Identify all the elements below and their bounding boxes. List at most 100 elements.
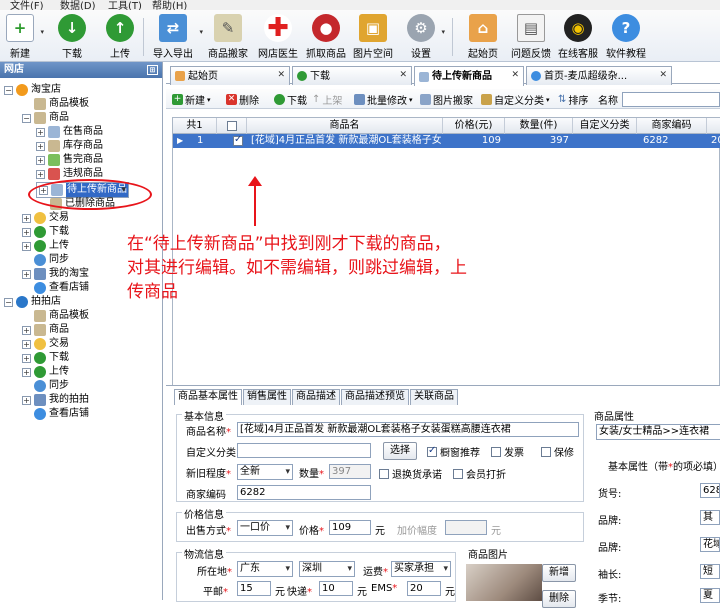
remove-image-button[interactable]: 删除 (542, 590, 576, 608)
image-move-button[interactable]: 图片搬家 (420, 92, 473, 107)
goods-name-input[interactable]: [花域]4月正品首发 新款最潮OL套装格子女装蛋糕高腰连衣裙 (237, 422, 579, 437)
tree-item-upload[interactable]: + 上传 (22, 239, 69, 253)
attribute-value[interactable]: 花域 (700, 537, 720, 552)
expand-icon[interactable]: + (22, 213, 31, 223)
move-goods-button[interactable]: ✎ 商品搬家 (200, 12, 256, 60)
menu-tools[interactable]: 工具(T) (108, 0, 142, 10)
province-select[interactable]: 广东 (237, 561, 293, 577)
extra-cell[interactable]: 20 (711, 134, 720, 148)
attribute-value[interactable]: 夏 (700, 588, 720, 603)
tree-item-template[interactable]: 商品模板 (34, 309, 89, 323)
import-export-button[interactable]: ⇄ 导入导出 ▾ (145, 12, 203, 60)
fee-select[interactable]: 买家承担 (391, 561, 451, 577)
window-recommend-checkbox[interactable]: 橱窗推荐 (427, 444, 480, 459)
close-icon[interactable]: ✕ (659, 67, 667, 84)
tree-item-template[interactable]: 商品模板 (34, 97, 89, 111)
tree-item-sold-out[interactable]: + 售完商品 (36, 153, 103, 167)
city-select[interactable]: 深圳 (299, 561, 355, 577)
tab-description-preview[interactable]: 商品描述预览 (341, 389, 409, 405)
express-fee-input[interactable]: 10 (319, 581, 353, 596)
tree-item-on-sale[interactable]: + 在售商品 (36, 125, 103, 139)
sort-button[interactable]: ⇅ 排序 (558, 92, 588, 107)
row-checkbox[interactable] (233, 134, 243, 146)
chevron-down-icon[interactable]: ▾ (207, 96, 211, 104)
expand-icon[interactable]: + (36, 169, 45, 179)
category-cell[interactable] (573, 134, 633, 148)
tab-start-page[interactable]: 起始页 ✕ (170, 66, 290, 85)
pin-icon[interactable]: ⊞ (147, 65, 158, 75)
goods-image-thumbnail[interactable] (466, 564, 542, 601)
tree-item-my-paipai[interactable]: + 我的拍拍 (22, 393, 89, 407)
tree-item-view-shop[interactable]: 查看店铺 (34, 281, 89, 295)
expand-icon[interactable]: + (36, 155, 45, 165)
category-path-select[interactable]: 女装/女士精品>>连衣裙 (596, 424, 720, 440)
sale-method-select[interactable]: 一口价 (237, 520, 293, 536)
menu-help[interactable]: 帮助(H) (152, 0, 187, 10)
expand-icon[interactable]: + (22, 241, 31, 251)
attribute-value[interactable]: 短 (700, 564, 720, 579)
close-icon[interactable]: ✕ (399, 67, 407, 84)
collapse-icon[interactable]: − (22, 113, 31, 123)
tree-item-trade[interactable]: + 交易 (22, 211, 69, 225)
attribute-value[interactable]: 其 (700, 510, 720, 525)
collapse-icon[interactable]: − (4, 297, 13, 307)
new-button[interactable]: + 新建 ▾ (0, 12, 48, 60)
tree-taobao-shop[interactable]: − 淘宝店 (4, 83, 61, 97)
delete-button[interactable]: ✕ 删除 (226, 92, 259, 107)
category-input[interactable] (237, 443, 371, 458)
chevron-down-icon[interactable]: ▾ (546, 96, 550, 104)
expand-icon[interactable]: + (22, 227, 31, 237)
tree-item-trade[interactable]: + 交易 (22, 337, 69, 351)
tree-paipai-shop[interactable]: − 拍拍店 (4, 295, 61, 309)
code-cell[interactable]: 6282 (643, 134, 703, 148)
chevron-down-icon[interactable]: ▾ (409, 96, 413, 104)
batch-edit-button[interactable]: 批量修改 ▾ (354, 92, 413, 107)
condition-select[interactable]: 全新 (237, 464, 293, 480)
column-header[interactable]: 商家编码 (637, 118, 707, 134)
new-goods-button[interactable]: + 新建 ▾ (172, 92, 211, 107)
column-header[interactable]: 价格(元) (443, 118, 505, 134)
tab-homepage[interactable]: 首页-麦瓜超级杂... ✕ (526, 66, 672, 85)
expand-icon[interactable]: + (36, 141, 45, 151)
expand-icon[interactable]: + (22, 353, 31, 363)
goods-name-cell[interactable]: [花域]4月正品首发 新款最潮OL套装格子女... (251, 134, 441, 148)
tab-sales-properties[interactable]: 销售属性 (243, 389, 291, 405)
expand-icon[interactable]: + (22, 367, 31, 377)
warranty-checkbox[interactable]: 保修 (541, 444, 574, 459)
column-header[interactable]: 数量(件) (505, 118, 573, 134)
merchant-code-input[interactable]: 6282 (237, 485, 371, 500)
menu-data[interactable]: 数据(D) (60, 0, 96, 10)
return-policy-checkbox[interactable]: 退换货承诺 (379, 466, 442, 481)
upload-button[interactable]: ↑ 上传 (92, 12, 148, 60)
tree-item-download[interactable]: + 下载 (22, 225, 69, 239)
tree-item-view-shop[interactable]: 查看店铺 (34, 407, 89, 421)
chevron-down-icon[interactable]: ▾ (441, 28, 445, 36)
column-header[interactable]: 商品名 (247, 118, 443, 134)
add-image-button[interactable]: 新增 (542, 564, 576, 582)
tree-item-goods[interactable]: + 商品 (22, 323, 69, 337)
close-icon[interactable]: ✕ (511, 67, 519, 84)
name-search-input[interactable] (622, 92, 720, 107)
price-input[interactable]: 109 (329, 520, 371, 535)
ems-fee-input[interactable]: 20 (407, 581, 441, 596)
download-goods-button[interactable]: 下载 (274, 92, 307, 107)
expand-icon[interactable]: + (22, 325, 31, 335)
column-header[interactable]: 自定义分类 (573, 118, 637, 134)
list-goods-button[interactable]: ↑ 上架 (312, 92, 342, 107)
settings-button[interactable]: ⚙ 设置 ▾ (393, 12, 449, 60)
menu-file[interactable]: 文件(F) (10, 0, 44, 10)
collapse-icon[interactable]: − (4, 85, 13, 95)
expand-icon[interactable]: + (22, 269, 31, 279)
post-fee-input[interactable]: 15 (237, 581, 271, 596)
tree-item-upload[interactable]: + 上传 (22, 365, 69, 379)
tab-pending-upload[interactable]: 待上传新商品 ✕ (414, 66, 524, 86)
quantity-input[interactable]: 397 (329, 464, 371, 479)
expand-icon[interactable]: + (36, 127, 45, 137)
tree-item-sync[interactable]: 同步 (34, 379, 69, 393)
custom-category-button[interactable]: 自定义分类 ▾ (481, 92, 550, 107)
tree-item-my-taobao[interactable]: + 我的淘宝 (22, 267, 89, 281)
increment-input[interactable] (445, 520, 487, 535)
table-row[interactable]: ▶ 1 [花域]4月正品首发 新款最潮OL套装格子女... 109 397 62… (173, 134, 720, 148)
close-icon[interactable]: ✕ (277, 67, 285, 84)
quantity-cell[interactable]: 397 (505, 134, 569, 148)
